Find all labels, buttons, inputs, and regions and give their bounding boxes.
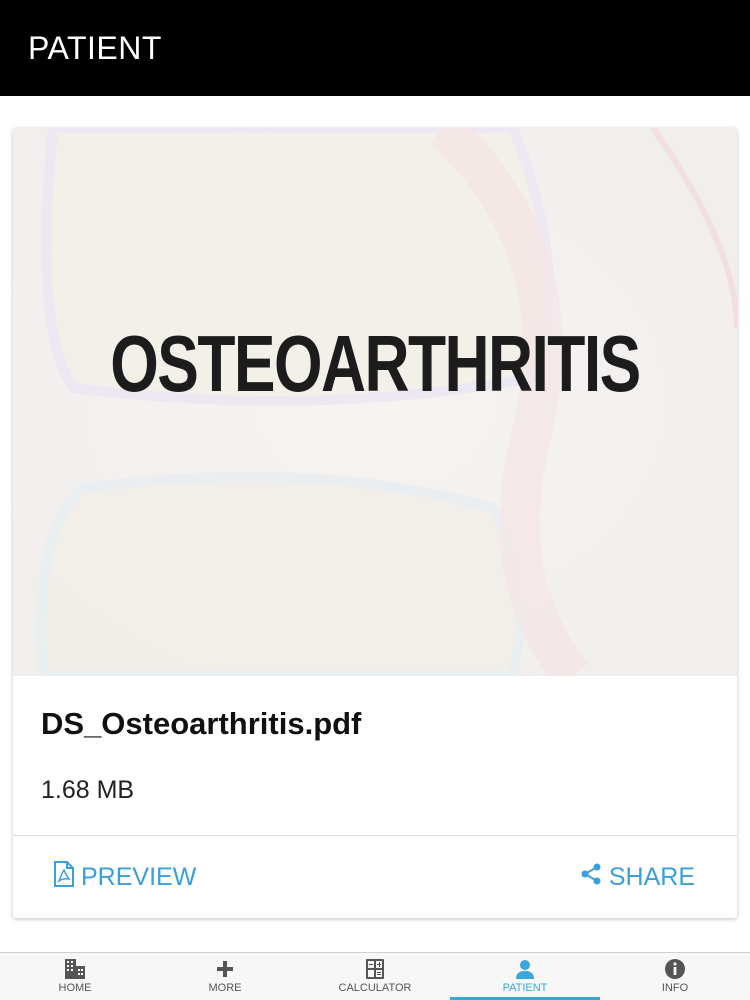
cover-title-text: OSTEOARTHRITIS [110,319,641,408]
document-details: DS_Osteoarthritis.pdf 1.68 MB [13,676,737,836]
tab-patient-label: PATIENT [502,982,548,994]
tab-patient[interactable]: PATIENT [450,953,600,1000]
person-icon [514,958,536,980]
page-title: PATIENT [28,29,162,66]
plus-icon [214,958,236,980]
card-actions: PREVIEW SHARE [13,837,737,918]
document-cover-image[interactable]: OSTEOARTHRITIS [13,128,737,676]
tab-home-label: HOME [58,982,92,994]
share-label: SHARE [608,863,695,891]
tab-home[interactable]: HOME [0,953,150,1000]
document-card: OSTEOARTHRITIS DS_Osteoarthritis.pdf 1.6… [13,128,737,918]
tab-calculator-label: CALCULATOR [338,982,412,994]
top-app-bar: PATIENT [0,0,750,96]
bottom-tab-bar: HOME MORE CALCULATOR PATIENT INFO [0,952,750,1000]
share-icon [579,862,603,893]
preview-button[interactable]: PREVIEW [53,837,196,918]
tab-more-label: MORE [208,982,242,994]
file-size: 1.68 MB [41,776,135,804]
tab-more[interactable]: MORE [150,953,300,1000]
tab-calculator[interactable]: CALCULATOR [300,953,450,1000]
tab-info-label: INFO [661,982,689,994]
share-button[interactable]: SHARE [579,837,695,918]
preview-label: PREVIEW [81,863,197,891]
building-icon [64,958,86,980]
calculator-icon [364,958,386,980]
info-icon [664,958,686,980]
file-name: DS_Osteoarthritis.pdf [41,706,362,741]
tab-info[interactable]: INFO [600,953,750,1000]
pdf-file-icon [53,861,75,894]
